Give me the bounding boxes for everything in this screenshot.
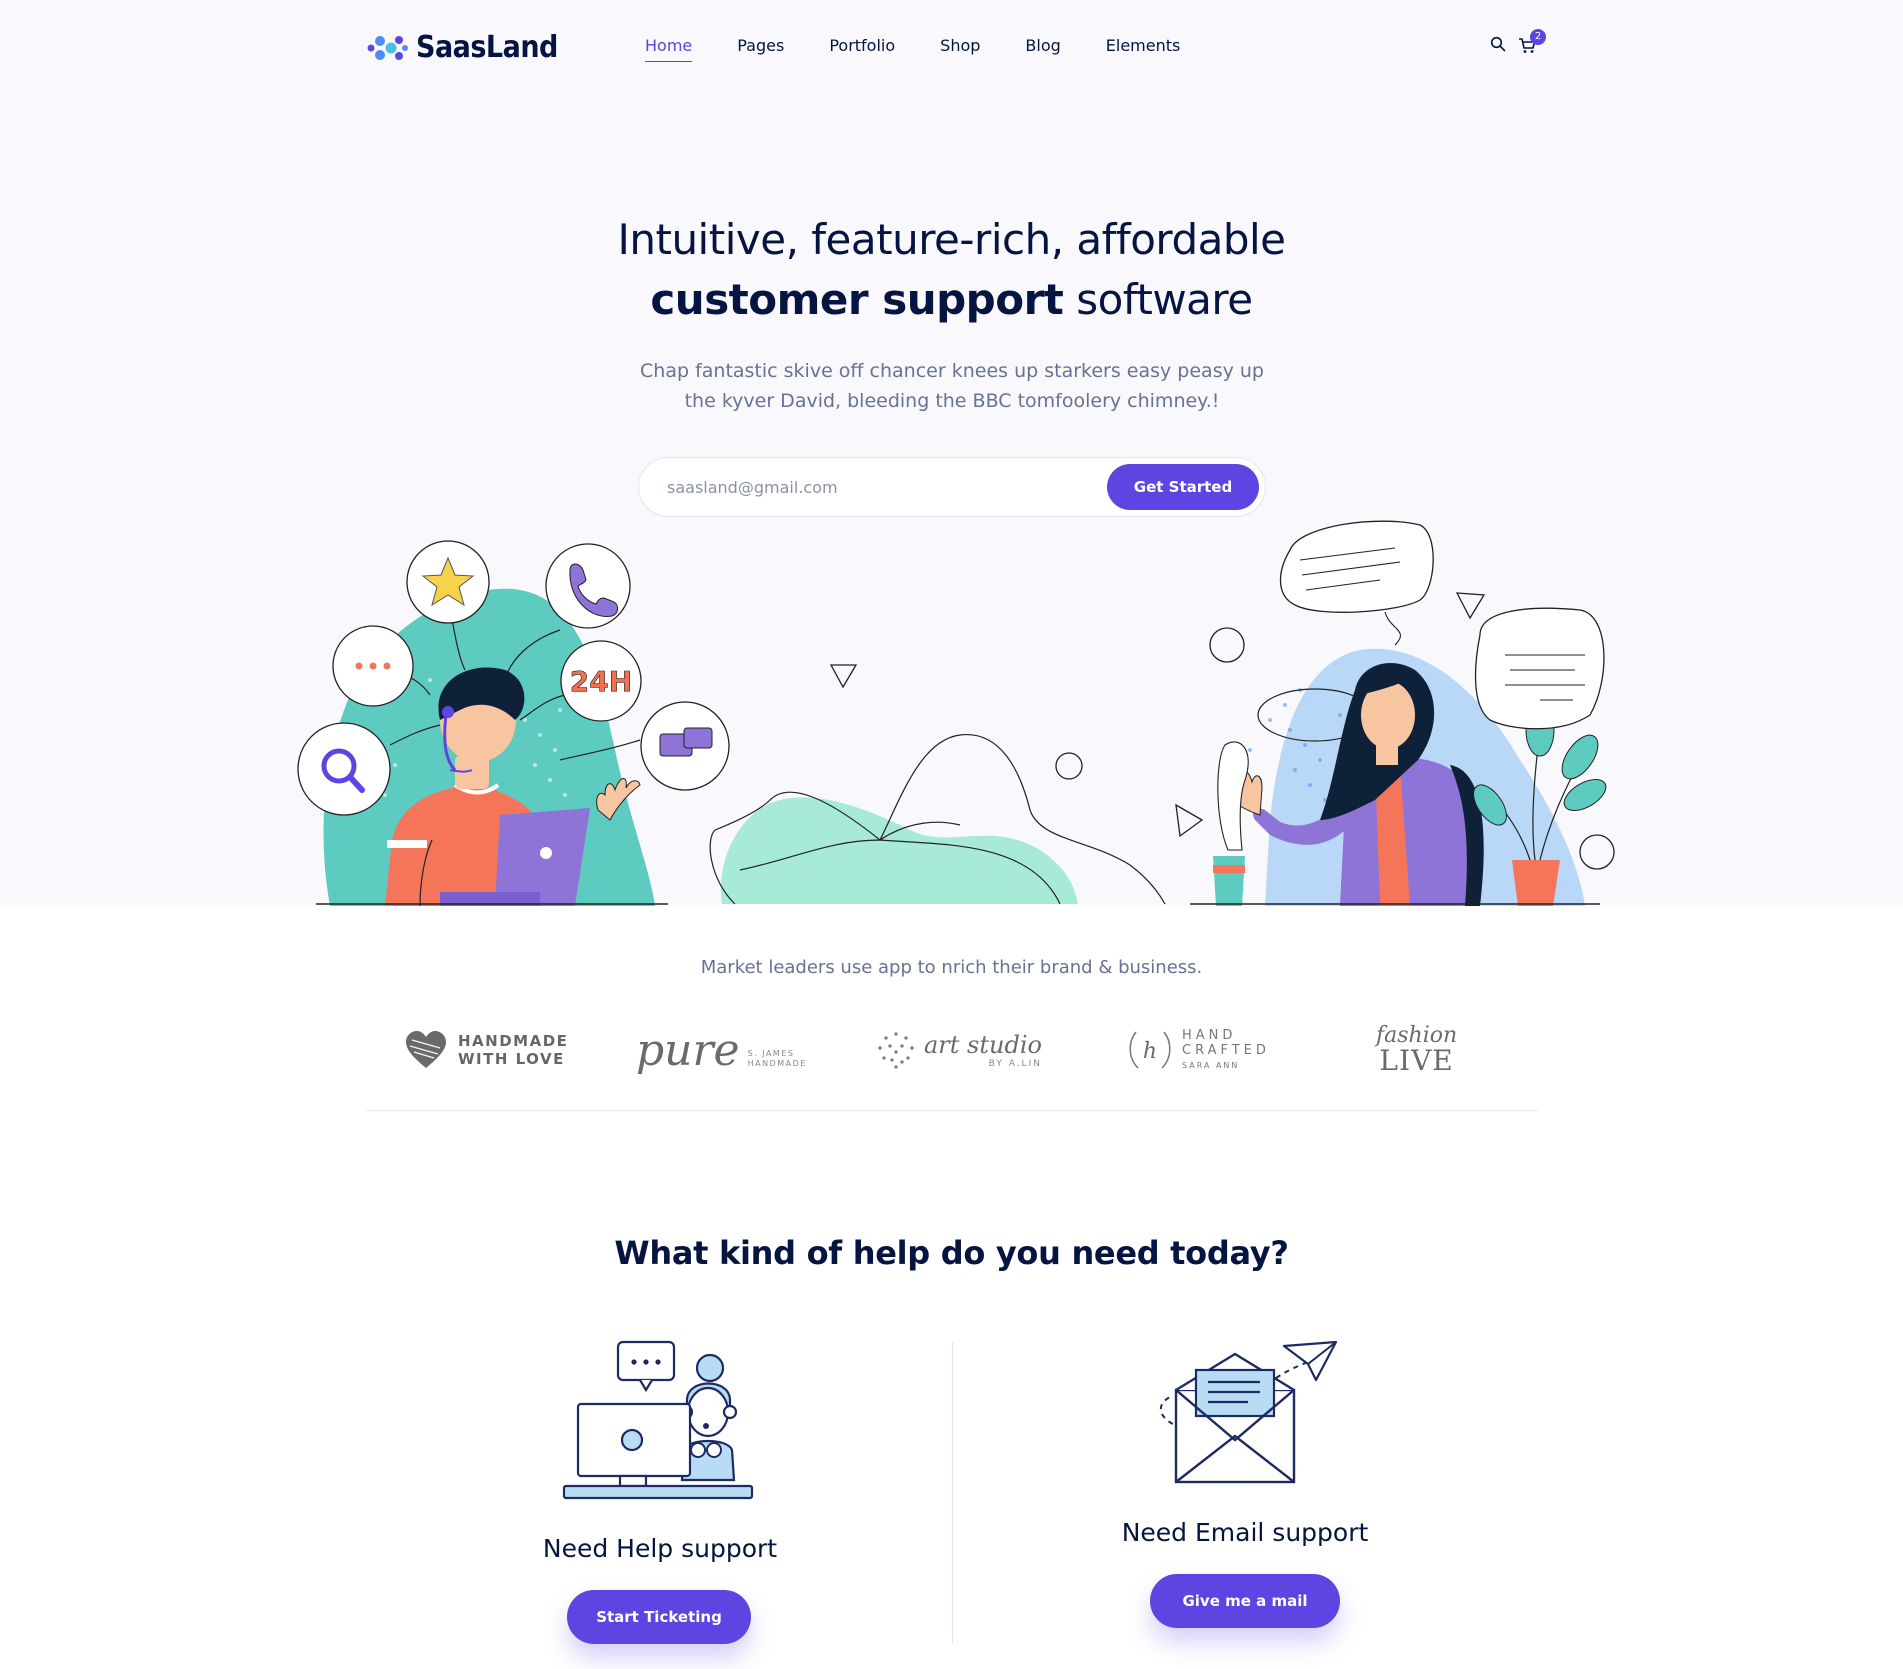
client-logo-hand-crafted: h HAND CRAFTED SARA ANN [1124, 1020, 1270, 1080]
hills-illustration [709, 664, 1166, 905]
client-logos: HANDMADE WITH LOVE pure S. JAMES HANDMAD… [366, 1020, 1538, 1090]
customer-illustration [1175, 520, 1615, 906]
heart-icon [406, 1031, 446, 1068]
client-logo-pure-sub2: HANDMADE [747, 1059, 807, 1068]
client-logo-hand-crafted-sub1: SARA ANN [1182, 1060, 1240, 1070]
client-logo-fashion-live: fashion LIVE [1376, 1020, 1457, 1080]
client-logo-art-studio-sub1: BY A.LIN [988, 1059, 1042, 1069]
site-logo[interactable]: SaasLand [366, 30, 558, 65]
hero-title-bold: customer support [650, 275, 1064, 324]
client-logo-hand-crafted-line2: CRAFTED [1182, 1042, 1270, 1058]
email-envelope-icon [1159, 1340, 1338, 1484]
client-logo-handmade: HANDMADE WITH LOVE [404, 1020, 568, 1080]
section-divider [366, 1110, 1538, 1111]
help-desk-icon [562, 1340, 754, 1500]
get-started-button[interactable]: Get Started [1107, 464, 1259, 510]
email-subscribe-form: Get Started [638, 457, 1266, 517]
client-logo-handmade-line2: WITH LOVE [458, 1050, 565, 1068]
main-nav: Home Pages Portfolio Shop Blog Elements [645, 36, 1225, 62]
nav-item-home[interactable]: Home [645, 36, 693, 62]
hero-title: Intuitive, feature-rich, affordable cust… [0, 210, 1903, 330]
search-icon[interactable] [1490, 36, 1506, 52]
client-logo-art-studio: art studio BY A.LIN [876, 1020, 1042, 1080]
nav-item-elements[interactable]: Elements [1106, 36, 1181, 62]
logo-text: SaasLand [416, 30, 558, 65]
badge-24h-label: 24H [570, 665, 632, 698]
client-logo-art-studio-script: art studio [924, 1031, 1042, 1059]
logo-mark-icon [367, 35, 408, 60]
help-support-title: Need Help support [542, 1534, 778, 1563]
nav-item-shop[interactable]: Shop [940, 36, 980, 62]
nav-item-blog[interactable]: Blog [1025, 36, 1060, 62]
laurel-icon: h [1129, 1031, 1171, 1069]
hero-title-line1: Intuitive, feature-rich, affordable [617, 215, 1286, 264]
help-section-title: What kind of help do you need today? [614, 1234, 1289, 1272]
hero-description: Chap fantastic skive off chancer knees u… [640, 360, 1264, 412]
site-header: SaasLand Home Pages Portfolio Shop Blog … [0, 0, 1903, 96]
client-logo-fashion-live-text: LIVE [1379, 1044, 1454, 1077]
support-agent-illustration: 24H [297, 540, 730, 906]
client-logo-pure-sub1: S. JAMES [747, 1049, 795, 1058]
clients-tagline: Market leaders use app to nrich their br… [700, 957, 1203, 978]
dots-icon [878, 1032, 914, 1069]
give-me-a-mail-button[interactable]: Give me a mail [1150, 1574, 1340, 1628]
nav-item-pages[interactable]: Pages [737, 36, 784, 62]
help-cards-separator [952, 1342, 953, 1644]
hero-title-rest: software [1063, 275, 1253, 324]
client-logo-hand-crafted-line1: HAND [1182, 1027, 1237, 1043]
hero-illustration: 24H [297, 520, 1615, 906]
client-logo-pure: pure S. JAMES HANDMADE [636, 1020, 807, 1080]
email-support-title: Need Email support [1121, 1518, 1369, 1547]
nav-item-portfolio[interactable]: Portfolio [829, 36, 895, 62]
start-ticketing-button[interactable]: Start Ticketing [567, 1590, 751, 1644]
cart-count-badge: 2 [1530, 29, 1546, 45]
client-logo-handmade-line1: HANDMADE [458, 1032, 569, 1050]
email-input[interactable] [667, 458, 1087, 516]
client-logo-hand-crafted-mono: h [1143, 1039, 1157, 1064]
client-logo-pure-script: pure [636, 1024, 740, 1076]
